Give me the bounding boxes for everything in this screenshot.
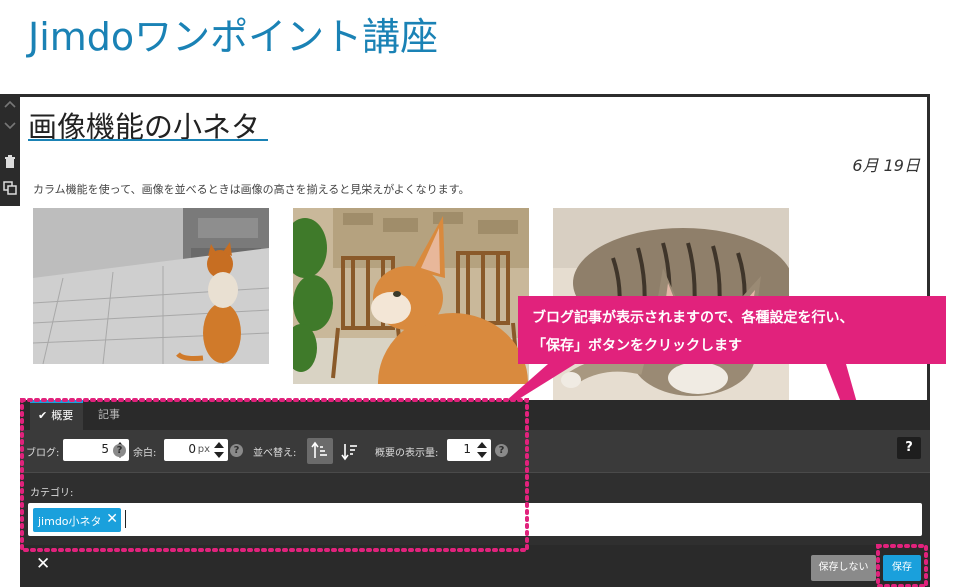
sort-ascending-icon bbox=[307, 441, 333, 468]
remove-tag-icon[interactable]: ✕ bbox=[106, 512, 118, 526]
sort-label: 並べ替え: bbox=[253, 448, 297, 459]
tab-summary-label: 概要 bbox=[51, 409, 74, 422]
panel-divider bbox=[20, 472, 930, 473]
blog-count-value: 5 bbox=[101, 442, 109, 456]
callout-line-2: 「保存」ボタンをクリックします bbox=[532, 338, 742, 354]
margin-label: 余白: bbox=[133, 448, 157, 459]
category-tag-label: jimdo小ネタ bbox=[38, 515, 102, 528]
chevron-down-icon bbox=[0, 121, 20, 131]
trash-icon bbox=[0, 155, 20, 169]
discard-button[interactable]: 保存しない bbox=[811, 555, 876, 581]
tab-bar: ✔ 概要 記事 bbox=[20, 400, 930, 430]
tab-article[interactable]: 記事 bbox=[98, 400, 120, 430]
module-toolbar bbox=[0, 94, 20, 206]
panel-footer bbox=[20, 545, 930, 587]
settings-row: ブログ: 5 ? 余白: 0 px ? 並べ替え: 概要の表示量: 1 ? bbox=[20, 430, 930, 472]
site-title: Jimdoワンポイント講座 bbox=[28, 15, 439, 59]
sort-descending-button[interactable] bbox=[337, 438, 363, 464]
cat-photo-street bbox=[33, 208, 269, 364]
blog-count-label: ブログ: bbox=[26, 448, 60, 459]
margin-help-icon[interactable]: ? bbox=[230, 444, 243, 457]
save-button[interactable]: 保存 bbox=[883, 555, 921, 581]
move-up-button[interactable] bbox=[0, 94, 20, 118]
copy-icon bbox=[0, 181, 20, 195]
close-icon[interactable]: ✕ bbox=[36, 556, 50, 573]
margin-unit: px bbox=[197, 444, 210, 455]
category-input[interactable] bbox=[28, 503, 922, 536]
callout-line-1: ブログ記事が表示されますので、各種設定を行い、 bbox=[532, 310, 854, 326]
post-date: 6月 19日 bbox=[852, 156, 920, 175]
title-underline bbox=[28, 139, 268, 141]
sort-descending-icon bbox=[337, 444, 363, 468]
cat-photo-terrace bbox=[293, 208, 529, 384]
blog-count-help-icon[interactable]: ? bbox=[113, 444, 126, 457]
summary-amount-stepper[interactable]: 1 bbox=[447, 439, 491, 461]
margin-stepper[interactable]: 0 px bbox=[164, 439, 228, 461]
stepper-arrows-icon[interactable] bbox=[213, 441, 225, 459]
summary-amount-label: 概要の表示量: bbox=[375, 448, 439, 459]
tab-article-label: 記事 bbox=[98, 408, 120, 421]
category-tag[interactable]: jimdo小ネタ ✕ bbox=[33, 508, 121, 532]
check-icon: ✔ bbox=[38, 409, 48, 422]
panel-help-button[interactable]: ? bbox=[897, 437, 921, 459]
stepper-arrows-icon[interactable] bbox=[476, 441, 488, 459]
summary-amount-value: 1 bbox=[463, 442, 471, 456]
category-label: カテゴリ: bbox=[30, 488, 74, 499]
chevron-up-icon bbox=[0, 99, 20, 109]
move-down-button[interactable] bbox=[0, 116, 20, 140]
copy-button[interactable] bbox=[0, 176, 20, 200]
screen: Jimdoワンポイント講座 画像機能の小ネタ 6月 19日 カラム機能を使って、… bbox=[0, 0, 960, 587]
post-description: カラム機能を使って、画像を並べるときは画像の高さを揃えると見栄えがよくなります。 bbox=[33, 183, 470, 196]
instruction-callout: ブログ記事が表示されますので、各種設定を行い、 「保存」ボタンをクリックします bbox=[518, 296, 946, 364]
tab-summary[interactable]: ✔ 概要 bbox=[30, 400, 84, 430]
delete-button[interactable] bbox=[0, 150, 20, 174]
margin-value: 0 bbox=[188, 442, 196, 456]
text-caret bbox=[125, 510, 126, 528]
summary-help-icon[interactable]: ? bbox=[495, 444, 508, 457]
sort-ascending-button[interactable] bbox=[307, 438, 333, 464]
